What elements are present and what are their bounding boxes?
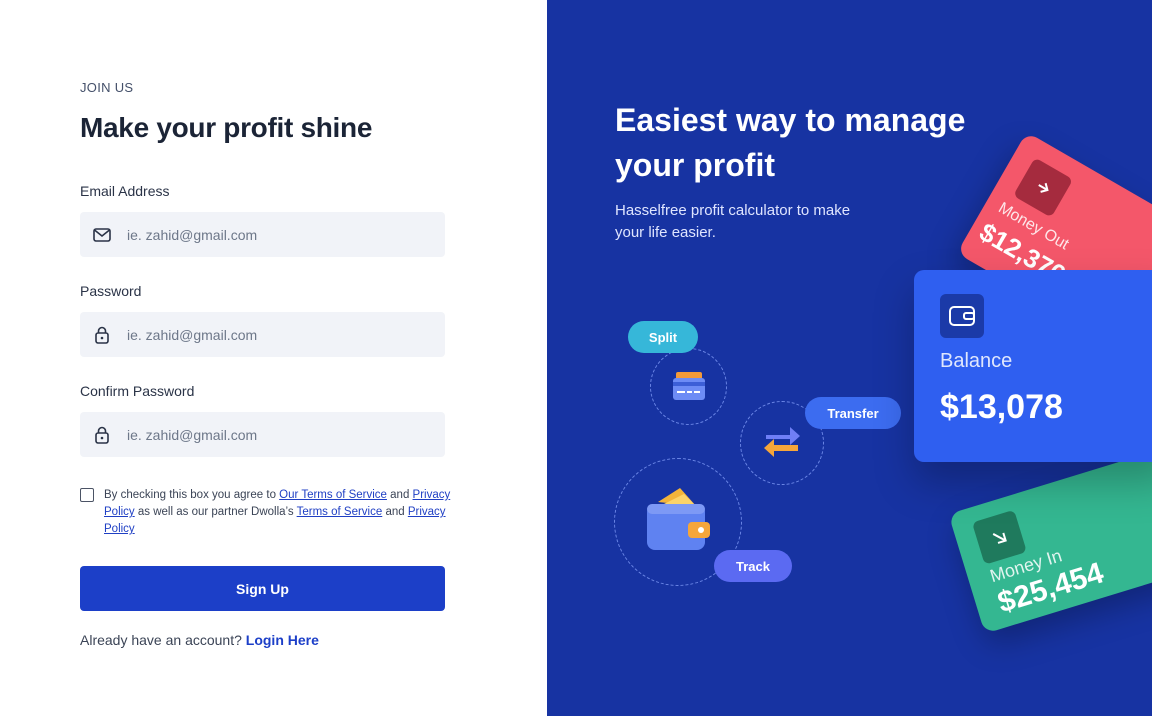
balance-label: Balance	[940, 350, 1013, 372]
password-field-container[interactable]	[80, 312, 445, 357]
balance-card: Balance $13,078	[914, 270, 1152, 462]
terms-and-text: and	[386, 489, 413, 501]
confirm-password-field[interactable]	[127, 426, 427, 443]
partner-terms-link[interactable]: Terms of Service	[297, 506, 383, 518]
balance-amount: $13,078	[940, 388, 1063, 426]
split-pill: Split	[628, 321, 698, 353]
confirm-password-field-container[interactable]	[80, 412, 445, 457]
email-field-container[interactable]	[80, 212, 445, 257]
terms-text: By checking this box you agree to Our Te…	[104, 487, 460, 538]
terms-agreement: By checking this box you agree to Our Te…	[80, 487, 460, 538]
terms-and-text-2: and	[382, 506, 408, 518]
email-field[interactable]	[127, 226, 427, 243]
confirm-password-label: Confirm Password	[80, 383, 195, 399]
promo-title: Easiest way to manage your profit	[615, 102, 966, 183]
lock-icon	[92, 325, 112, 345]
terms-prefix: By checking this box you agree to	[104, 489, 280, 501]
promo-subtitle: Hasselfree profit calculator to make you…	[615, 202, 851, 241]
money-in-card: Money In $25,454	[948, 451, 1152, 634]
login-prompt-text: Already have an account?	[80, 632, 242, 648]
login-prompt: Already have an account? Login Here	[80, 632, 319, 648]
signup-panel: JOIN US Make your profit shine Email Add…	[0, 0, 547, 716]
terms-of-service-link[interactable]: Our Terms of Service	[279, 489, 387, 501]
promo-panel: Easiest way to manage your profit Hassel…	[547, 0, 1152, 716]
lock-icon	[92, 425, 112, 445]
login-link[interactable]: Login Here	[246, 632, 319, 648]
email-label: Email Address	[80, 183, 170, 199]
password-label: Password	[80, 283, 142, 299]
sign-up-button[interactable]: Sign Up	[80, 566, 445, 611]
arrow-up-right-icon	[1013, 157, 1074, 218]
mail-icon	[92, 225, 112, 245]
password-field[interactable]	[127, 326, 427, 343]
track-pill: Track	[714, 550, 792, 582]
wallet-icon	[644, 484, 714, 557]
terms-checkbox[interactable]	[80, 488, 94, 502]
wallet-icon	[940, 294, 984, 338]
page-title: Make your profit shine	[80, 112, 373, 143]
transfer-arrows-icon	[762, 426, 802, 465]
terms-middle-text: as well as our partner Dwolla’s	[134, 506, 297, 518]
eyebrow-label: JOIN US	[80, 80, 134, 95]
transfer-pill: Transfer	[805, 397, 901, 429]
card-stack-icon	[672, 370, 706, 407]
